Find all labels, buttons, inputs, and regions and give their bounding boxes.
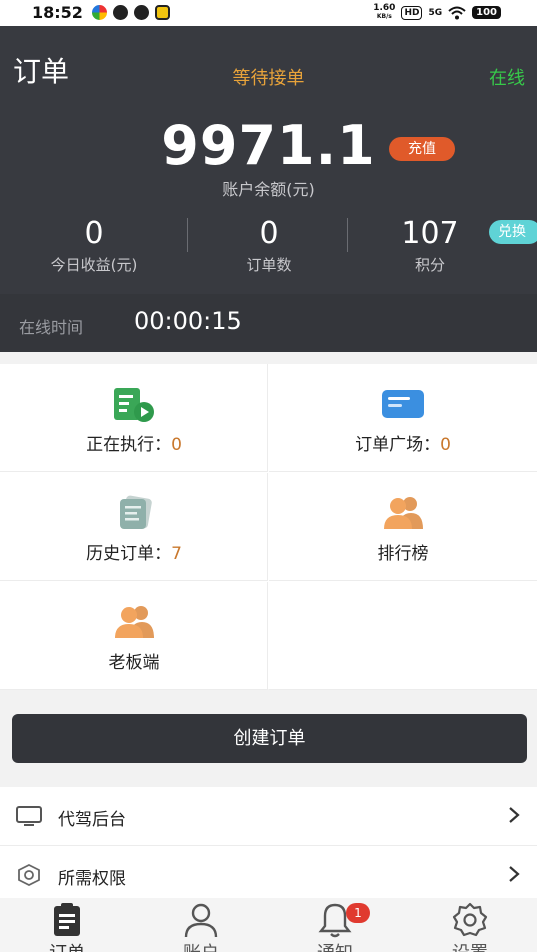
grid-item-label: 历史订单：7 bbox=[0, 539, 268, 564]
stat-label: 积分 bbox=[414, 256, 445, 274]
online-time-value: 00:00:15 bbox=[134, 307, 242, 335]
header-panel: 订单 等待接单 在线 9971.1 充值 账户余额(元) 0 今日收益(元) 0… bbox=[0, 26, 537, 352]
stat-today-earnings: 0 今日收益(元) bbox=[4, 214, 184, 275]
wifi-icon bbox=[448, 6, 466, 19]
monitor-icon bbox=[16, 806, 42, 826]
chevron-right-icon bbox=[509, 866, 520, 882]
order-status: 等待接单 bbox=[232, 68, 305, 89]
grid-item-count: 0 bbox=[171, 435, 182, 455]
chat-card-icon bbox=[382, 390, 424, 418]
grid-label-text: 历史订单： bbox=[86, 544, 172, 564]
online-time-bar: 在线时间 00:00:15 bbox=[0, 294, 537, 352]
feature-grid: 正在执行：0 订单广场：0 历史订单：7 排行榜 老板端 bbox=[0, 364, 537, 690]
battery-indicator: 100 bbox=[472, 6, 501, 19]
net-speed: 1.60 KB/s bbox=[373, 4, 395, 21]
tab-label: 账户 bbox=[134, 939, 268, 952]
tab-orders[interactable]: 订单 bbox=[0, 898, 134, 952]
tab-account[interactable]: 账户 bbox=[134, 898, 268, 952]
balance-label: 账户余额(元) bbox=[222, 180, 315, 199]
tab-label: 通知 bbox=[268, 939, 402, 952]
app-notification-icon bbox=[155, 5, 170, 20]
grid-item-label: 正在执行：0 bbox=[0, 430, 268, 455]
notification-badge: 1 bbox=[346, 903, 370, 923]
grid-item-ranking[interactable]: 排行榜 bbox=[269, 473, 537, 581]
tab-label: 设置 bbox=[403, 939, 537, 952]
chevron-right-icon bbox=[509, 807, 520, 823]
exchange-button[interactable]: 兑换 bbox=[489, 220, 537, 244]
shield-icon bbox=[18, 863, 40, 887]
grid-label-text: 订单广场： bbox=[355, 435, 441, 455]
grid-item-label: 老板端 bbox=[108, 653, 160, 673]
recharge-button[interactable]: 充值 bbox=[389, 137, 455, 161]
grid-label-text: 正在执行： bbox=[86, 435, 172, 455]
stat-label: 今日收益(元) bbox=[50, 256, 138, 274]
stat-value: 0 bbox=[259, 216, 279, 251]
grid-item-executing[interactable]: 正在执行：0 bbox=[0, 364, 268, 472]
status-bar: 18:52 1.60 KB/s HD 5G 100 bbox=[0, 0, 537, 26]
menu-item-permissions[interactable]: 所需权限 bbox=[0, 846, 537, 904]
balance-value: 9971.1 bbox=[161, 114, 376, 177]
bottom-tab-bar: 订单 账户 1 通知 设置 bbox=[0, 898, 537, 952]
grid-item-count: 0 bbox=[440, 435, 451, 455]
gear-icon bbox=[452, 902, 488, 937]
stat-order-count: 0 订单数 bbox=[179, 214, 359, 275]
grid-item-order-square[interactable]: 订单广场：0 bbox=[269, 364, 537, 472]
online-status-toggle[interactable]: 在线 bbox=[489, 64, 525, 90]
executing-video-icon bbox=[114, 388, 154, 422]
users-icon bbox=[115, 606, 154, 638]
menu-item-label: 代驾后台 bbox=[58, 810, 126, 830]
create-order-button[interactable]: 创建订单 bbox=[12, 714, 527, 763]
menu-item-label: 所需权限 bbox=[58, 869, 126, 889]
status-right: 1.60 KB/s HD 5G 100 bbox=[373, 4, 501, 21]
online-time-label: 在线时间 bbox=[19, 318, 84, 337]
users-icon bbox=[384, 497, 423, 529]
tab-settings[interactable]: 设置 bbox=[403, 898, 537, 952]
net-speed-unit: KB/s bbox=[376, 13, 392, 20]
grid-item-empty bbox=[269, 582, 537, 690]
grid-item-label: 订单广场：0 bbox=[269, 430, 537, 455]
stat-label: 订单数 bbox=[246, 256, 292, 274]
notification-icons bbox=[92, 5, 170, 20]
net-speed-value: 1.60 bbox=[373, 3, 396, 13]
app-notification-icon bbox=[113, 5, 128, 20]
grid-item-history[interactable]: 历史订单：7 bbox=[0, 473, 268, 581]
grid-item-label: 排行榜 bbox=[377, 544, 429, 564]
grid-item-boss[interactable]: 老板端 bbox=[0, 582, 268, 690]
grid-item-count: 7 bbox=[171, 544, 182, 564]
stacked-papers-icon bbox=[120, 495, 152, 529]
tab-notifications[interactable]: 1 通知 bbox=[268, 898, 402, 952]
tab-label: 订单 bbox=[0, 939, 134, 952]
app-notification-icon bbox=[92, 5, 107, 20]
person-icon bbox=[184, 903, 218, 938]
network-label: 5G bbox=[428, 7, 443, 18]
menu-item-driver-backend[interactable]: 代驾后台 bbox=[0, 787, 537, 845]
stat-value: 0 bbox=[84, 216, 104, 251]
status-time: 18:52 bbox=[32, 3, 83, 22]
hd-badge: HD bbox=[401, 5, 423, 20]
chat-notification-icon bbox=[134, 5, 149, 20]
clipboard-icon bbox=[54, 903, 80, 936]
